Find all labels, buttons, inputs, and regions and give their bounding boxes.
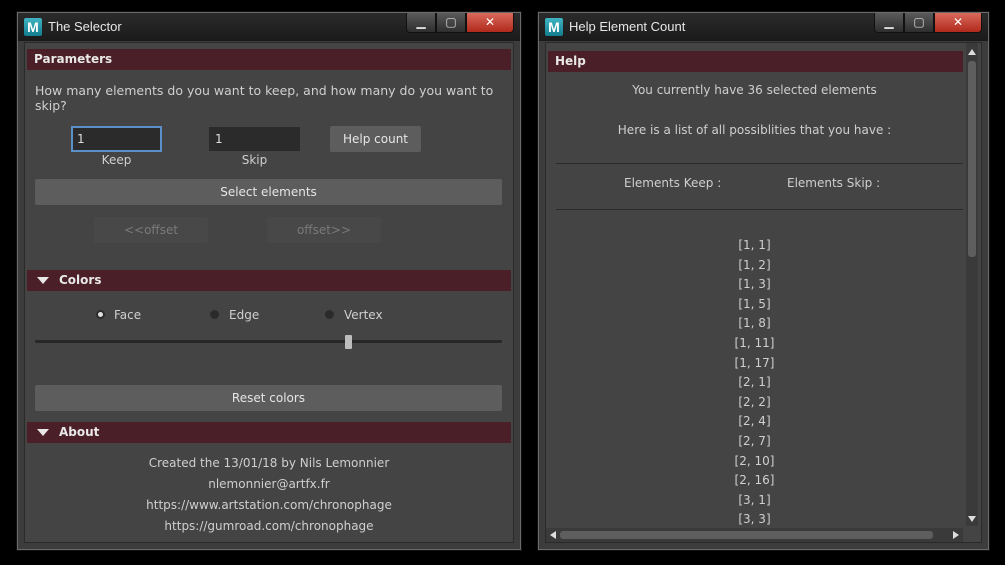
vertex-radio[interactable] (325, 310, 334, 319)
skip-label: Skip (241, 153, 268, 167)
list-item: [2, 10] (734, 453, 775, 468)
list-item: [3, 3] (738, 512, 771, 527)
edge-label: Edge (229, 308, 260, 322)
about-gumroad-link[interactable]: https://gumroad.com/chronophage (25, 519, 513, 533)
list-item: [1, 5] (738, 296, 771, 311)
horizontal-scrollbar[interactable] (546, 528, 963, 542)
divider (556, 209, 963, 210)
selector-content: Parameters How many elements do you want… (24, 42, 514, 543)
horizontal-scroll-thumb[interactable] (560, 531, 933, 539)
help-titlebar[interactable]: M Help Element Count ▁ ▢ ✕ (539, 13, 988, 41)
col-keep-header: Elements Keep : (624, 176, 722, 190)
about-artstation-link[interactable]: https://www.artstation.com/chronophage (25, 498, 513, 512)
scroll-up-icon[interactable] (968, 49, 976, 55)
keep-label: Keep (101, 153, 132, 167)
list-item: [2, 16] (734, 473, 775, 488)
list-item: [1, 8] (738, 316, 771, 331)
maya-logo-icon: M (24, 18, 42, 36)
scroll-left-icon[interactable] (550, 531, 556, 539)
offset-next-button[interactable]: offset>> (267, 217, 381, 243)
help-content: Help You currently have 36 selected elem… (545, 42, 982, 543)
list-item: [1, 3] (738, 277, 771, 292)
selected-count-text: You currently have 36 selected elements (632, 83, 877, 97)
reset-colors-button[interactable]: Reset colors (35, 385, 502, 411)
offset-prev-button[interactable]: <<offset (94, 217, 208, 243)
window-title: Help Element Count (569, 19, 686, 34)
select-elements-button[interactable]: Select elements (35, 179, 502, 205)
list-intro-text: Here is a list of all possiblities that … (617, 123, 892, 137)
face-label: Face (114, 308, 142, 322)
selector-window: M The Selector ▁ ▢ ✕ Parameters How many… (17, 12, 521, 550)
minimize-button[interactable]: ▁ (874, 13, 904, 33)
scroll-right-icon[interactable] (953, 531, 959, 539)
list-item: [1, 2] (738, 257, 771, 272)
divider (556, 163, 963, 164)
list-item: [2, 7] (738, 433, 771, 448)
list-item: [2, 1] (738, 375, 771, 390)
vertical-scrollbar[interactable] (966, 43, 978, 526)
list-item: [3, 1] (738, 492, 771, 507)
vertical-scroll-thumb[interactable] (968, 61, 976, 257)
list-item: [2, 4] (738, 414, 771, 429)
scroll-down-icon[interactable] (968, 516, 976, 522)
edge-radio[interactable] (210, 310, 219, 319)
window-title: The Selector (48, 19, 122, 34)
maya-logo-icon: M (545, 18, 563, 36)
list-item: [1, 17] (734, 355, 775, 370)
minimize-button[interactable]: ▁ (406, 13, 436, 33)
colors-header-label: Colors (59, 273, 102, 287)
keep-input[interactable] (71, 126, 162, 152)
list-item: [2, 2] (738, 394, 771, 409)
help-window: M Help Element Count ▁ ▢ ✕ Help You curr… (538, 12, 989, 550)
selector-titlebar[interactable]: M The Selector ▁ ▢ ✕ (18, 13, 520, 41)
skip-input[interactable] (209, 127, 300, 151)
collapse-triangle-icon (37, 277, 49, 284)
question-text: How many elements do you want to keep, a… (35, 83, 494, 113)
color-slider-thumb[interactable] (344, 335, 352, 349)
about-header[interactable]: About (27, 422, 511, 443)
maximize-button[interactable]: ▢ (904, 13, 934, 33)
help-header-label: Help (555, 54, 586, 68)
face-radio[interactable] (96, 310, 105, 319)
about-header-label: About (59, 425, 100, 439)
parameters-header-label: Parameters (34, 52, 113, 66)
vertex-label: Vertex (344, 308, 383, 322)
colors-header[interactable]: Colors (27, 270, 511, 291)
about-email: nlemonnier@artfx.fr (208, 477, 330, 491)
list-item: [1, 1] (738, 238, 771, 252)
col-skip-header: Elements Skip : (787, 176, 881, 190)
help-header[interactable]: Help (548, 51, 963, 72)
about-created: Created the 13/01/18 by Nils Lemonnier (148, 456, 390, 470)
parameters-header[interactable]: Parameters (27, 49, 511, 70)
close-button[interactable]: ✕ (934, 13, 982, 33)
collapse-triangle-icon (37, 429, 49, 436)
possibilities-list: [1, 1] [1, 2] [1, 3] [1, 5] [1, 8] [1, 11] [1,… (546, 236, 963, 530)
maximize-button[interactable]: ▢ (436, 13, 466, 33)
color-slider-track[interactable] (35, 340, 502, 343)
close-button[interactable]: ✕ (466, 13, 514, 33)
help-count-button[interactable]: Help count (330, 126, 421, 152)
list-item: [1, 11] (734, 335, 775, 350)
